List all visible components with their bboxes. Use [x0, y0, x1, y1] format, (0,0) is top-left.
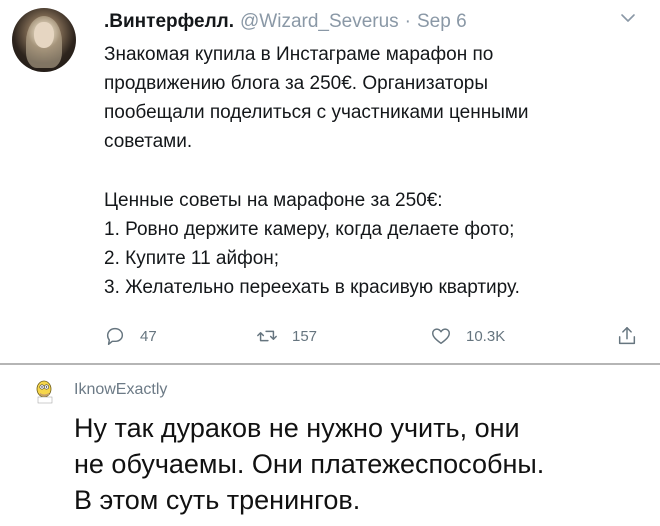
user-handle[interactable]: @Wizard_Severus [240, 11, 399, 33]
tweet-line: 1. Ровно держите камеру, когда делаете ф… [104, 219, 515, 240]
tweet-line: продвижению блога за 250€. Организаторы [104, 73, 489, 94]
display-name[interactable]: .Винтерфелл. [104, 11, 234, 33]
comment-text: Ну так дураков не нужно учить, они не об… [74, 410, 644, 518]
tweet-line: 2. Купите 11 айфон; [104, 248, 280, 269]
share-button[interactable] [616, 325, 652, 347]
share-icon [618, 327, 636, 345]
retweet-button[interactable]: 157 [256, 325, 317, 347]
heart-icon [432, 328, 450, 345]
tweet-line: советами. [104, 131, 193, 152]
comment-username[interactable]: IknowExactly [74, 381, 167, 399]
reply-button[interactable]: 47 [104, 325, 157, 347]
like-count: 10.3K [466, 327, 506, 345]
tweet-text: Знакомая купила в Инстаграме марафон по … [104, 40, 644, 302]
retweet-count: 157 [292, 327, 318, 345]
comment-line: В этом суть тренингов. [74, 485, 361, 515]
like-button[interactable]: 10.3K [430, 325, 505, 347]
tweet-line: Ценные советы на марафоне за 250€: [104, 190, 443, 211]
comment-line: Ну так дураков не нужно учить, они [74, 413, 520, 443]
comment-line: не обучаемы. Они платежеспособны. [74, 449, 545, 479]
tweet-line: Знакомая купила в Инстаграме марафон по [104, 44, 494, 65]
chevron-down-icon[interactable] [620, 10, 636, 26]
section-divider [0, 363, 660, 365]
tweet-line: пообещали поделиться с участниками ценны… [104, 102, 529, 123]
tweet-date[interactable]: Sep 6 [417, 11, 467, 33]
homer-avatar-icon[interactable] [32, 378, 58, 404]
header-separator: · [404, 11, 411, 32]
tweet-line: 3. Желательно переехать в красивую кварт… [104, 277, 520, 298]
tweet-author-avatar[interactable] [12, 8, 76, 72]
retweet-icon [257, 330, 277, 342]
tweet-header: .Винтерфелл. @Wizard_Severus · Sep 6 [104, 8, 467, 36]
tweet-card: .Винтерфелл. @Wizard_Severus · Sep 6 Зна… [0, 0, 660, 360]
reply-count: 47 [140, 327, 157, 345]
reply-icon [106, 327, 124, 345]
avatar-face [34, 22, 54, 48]
tweet-actions: 47 157 10.3K [104, 325, 644, 353]
